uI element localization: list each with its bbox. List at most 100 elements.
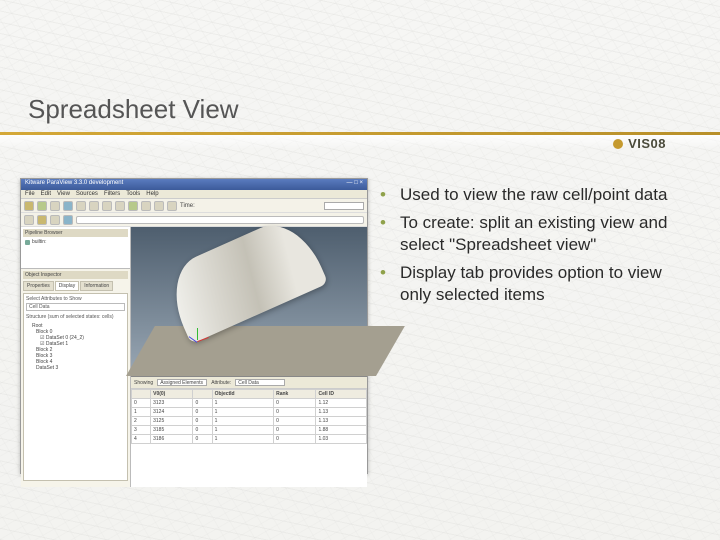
undo-icon[interactable]	[76, 201, 86, 211]
table-cell[interactable]: 3125	[151, 417, 193, 426]
menu-item[interactable]: Tools	[126, 191, 140, 197]
attribute-select[interactable]: Cell Data	[235, 379, 285, 386]
col-header[interactable]: Cell ID	[316, 390, 367, 399]
table-cell[interactable]: 3186	[151, 435, 193, 444]
table-cell[interactable]: 1	[212, 399, 273, 408]
table-cell[interactable]: 3124	[151, 408, 193, 417]
window-titlebar: Kitware ParaView 3.3.0 development — □ ×	[21, 179, 367, 190]
logo-text: VIS08	[628, 136, 666, 151]
tab-properties[interactable]: Properties	[23, 281, 54, 291]
table-cell[interactable]: 3185	[151, 426, 193, 435]
table-cell[interactable]: 1	[212, 426, 273, 435]
table-row[interactable]: 131240101.13	[132, 408, 367, 417]
menu-item[interactable]: Filters	[104, 191, 120, 197]
loop-icon[interactable]	[167, 201, 177, 211]
help-icon[interactable]	[63, 201, 73, 211]
menubar: File Edit View Sources Filters Tools Hel…	[21, 190, 367, 199]
table-row[interactable]: 031230101.12	[132, 399, 367, 408]
table-cell[interactable]: 0	[193, 426, 212, 435]
menu-item[interactable]: Sources	[76, 191, 98, 197]
table-cell[interactable]: 0	[274, 399, 316, 408]
table-cell[interactable]: 1.13	[316, 408, 367, 417]
bullet-item: To create: split an existing view and se…	[380, 212, 690, 256]
tab-display[interactable]: Display	[55, 281, 79, 291]
window-controls-icon: — □ ×	[347, 180, 363, 189]
table-cell[interactable]: 1	[212, 435, 273, 444]
visibility-icon[interactable]	[25, 240, 30, 245]
menu-item[interactable]: File	[25, 191, 35, 197]
col-header[interactable]	[132, 390, 151, 399]
menu-item[interactable]: Edit	[41, 191, 51, 197]
col-header[interactable]: ObjectId	[212, 390, 273, 399]
table-cell[interactable]: 0	[274, 426, 316, 435]
tool-icon[interactable]	[37, 215, 47, 225]
redo-icon[interactable]	[89, 201, 99, 211]
tool-icon[interactable]	[24, 215, 34, 225]
pipeline-root: builtin:	[32, 239, 46, 245]
first-frame-icon[interactable]	[102, 201, 112, 211]
col-header[interactable]	[193, 390, 212, 399]
tree-node[interactable]: DataSet 3	[26, 365, 125, 371]
table-cell[interactable]: 2	[132, 417, 151, 426]
slide-title: Spreadsheet View	[28, 94, 239, 125]
table-cell[interactable]: 1.88	[316, 426, 367, 435]
table-row[interactable]: 431860101.03	[132, 435, 367, 444]
table-cell[interactable]: 0	[193, 435, 212, 444]
3d-render-view[interactable]	[131, 227, 367, 377]
window-body: Pipeline Browser builtin: Object Inspect…	[21, 227, 367, 487]
tool-icon[interactable]	[63, 215, 73, 225]
toolbar-1: Time:	[21, 199, 367, 213]
save-icon[interactable]	[37, 201, 47, 211]
slide: Spreadsheet View VIS08 Used to view the …	[0, 0, 720, 540]
table-cell[interactable]: 3	[132, 426, 151, 435]
col-header[interactable]: V0(0)	[151, 390, 193, 399]
table-cell[interactable]: 0	[274, 435, 316, 444]
inspector-header: Object Inspector	[23, 271, 128, 279]
time-input[interactable]	[324, 202, 364, 210]
table-cell[interactable]: 1	[212, 408, 273, 417]
table-cell[interactable]: 0	[274, 417, 316, 426]
connect-icon[interactable]	[50, 201, 60, 211]
next-frame-icon[interactable]	[141, 201, 151, 211]
col-header[interactable]: Rank	[274, 390, 316, 399]
pipeline-item[interactable]: builtin:	[23, 239, 128, 245]
table-cell[interactable]: 1	[212, 417, 273, 426]
tab-information[interactable]: Information	[80, 281, 113, 291]
last-frame-icon[interactable]	[154, 201, 164, 211]
left-panels: Pipeline Browser builtin: Object Inspect…	[21, 227, 131, 487]
table-cell[interactable]: 1.03	[316, 435, 367, 444]
showing-select[interactable]: Assigned Elements	[157, 379, 207, 386]
menu-item[interactable]: Help	[146, 191, 158, 197]
table-cell[interactable]: 0	[193, 399, 212, 408]
pipeline-browser: Pipeline Browser builtin:	[21, 227, 130, 269]
table-cell[interactable]: 1.12	[316, 399, 367, 408]
table-cell[interactable]: 0	[193, 408, 212, 417]
spreadsheet-controls: Showing Assigned Elements Attribute: Cel…	[131, 377, 367, 389]
select-attributes-label: Select Attributes to Show	[26, 296, 125, 302]
table-cell[interactable]: 0	[132, 399, 151, 408]
representation-select[interactable]	[76, 216, 364, 224]
window-title: Kitware ParaView 3.3.0 development	[25, 180, 123, 189]
structure-label: Structure (sum of selected states: cells…	[26, 314, 125, 320]
table-cell[interactable]: 3123	[151, 399, 193, 408]
open-icon[interactable]	[24, 201, 34, 211]
prev-frame-icon[interactable]	[115, 201, 125, 211]
inspector-tabs: Properties Display Information	[23, 281, 128, 291]
showing-value: Assigned Elements	[158, 380, 203, 386]
table-row[interactable]: 231250101.13	[132, 417, 367, 426]
play-icon[interactable]	[128, 201, 138, 211]
tool-icon[interactable]	[50, 215, 60, 225]
paraview-screenshot: Kitware ParaView 3.3.0 development — □ ×…	[20, 178, 368, 474]
bullet-item: Display tab provides option to view only…	[380, 262, 690, 306]
select-attributes-value[interactable]: Cell Data	[26, 303, 125, 311]
menu-item[interactable]: View	[57, 191, 70, 197]
table-cell[interactable]: 0	[274, 408, 316, 417]
table-cell[interactable]: 1	[132, 408, 151, 417]
table-cell[interactable]: 4	[132, 435, 151, 444]
table-row[interactable]: 331850101.88	[132, 426, 367, 435]
cylinder-geometry	[160, 212, 329, 344]
toolbar-2	[21, 213, 367, 227]
logo-dot-icon	[613, 139, 623, 149]
table-cell[interactable]: 1.13	[316, 417, 367, 426]
table-cell[interactable]: 0	[193, 417, 212, 426]
